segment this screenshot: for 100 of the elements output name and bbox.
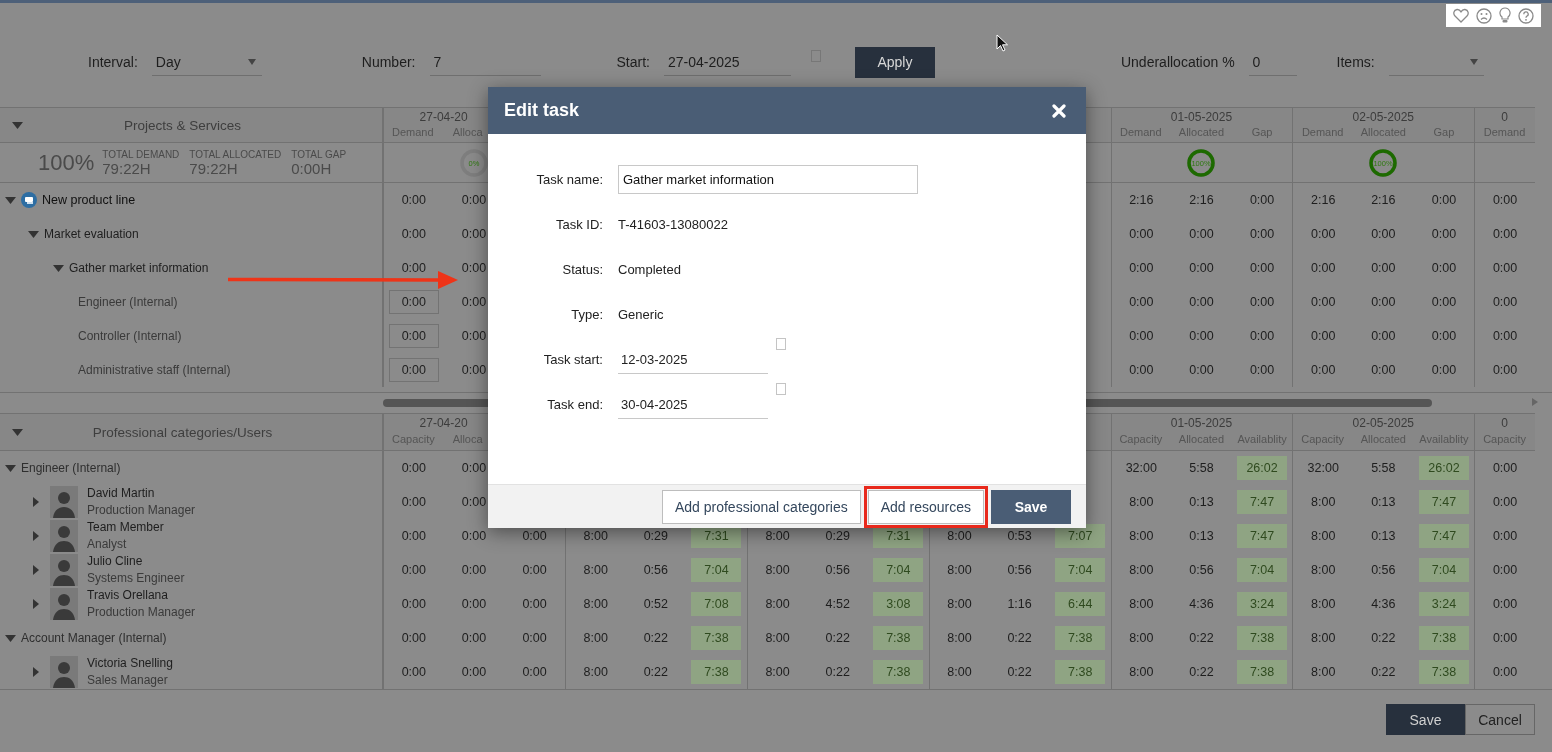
table-cell: 8:00 — [1311, 665, 1336, 679]
table-cell: 8:00 — [765, 597, 790, 611]
table-cell: 0:00 — [1249, 193, 1275, 207]
field-label: Start: — [616, 54, 650, 70]
table-cell: 8:00 — [583, 529, 608, 543]
table-cell: 0:00 — [1249, 329, 1275, 343]
caret-icon[interactable] — [5, 634, 16, 642]
number-field[interactable]: 7 — [429, 48, 541, 76]
total-label: TOTAL GAP — [291, 148, 347, 160]
caret-icon[interactable] — [33, 599, 39, 609]
table-cell: 8:00 — [1311, 495, 1336, 509]
category-name[interactable]: Controller (Internal) — [78, 329, 182, 343]
caret-icon[interactable] — [12, 121, 23, 129]
start-date-field[interactable]: 27-04-2025 — [663, 48, 791, 76]
date-header: 01-05-2025 — [1169, 109, 1234, 124]
task-name[interactable]: Gather market information — [69, 261, 209, 275]
save-button[interactable]: Save — [991, 489, 1071, 524]
sad-face-icon[interactable] — [1475, 7, 1492, 24]
add-button[interactable]: Add professional categories — [661, 489, 861, 524]
table-cell: 0:56 — [1007, 563, 1032, 577]
help-icon[interactable] — [1518, 7, 1535, 24]
demand-field[interactable]: 0:00 — [388, 290, 439, 314]
field-value: T-41603-13080022 — [618, 217, 728, 232]
table-cell: 0:56 — [1371, 563, 1396, 577]
close-icon[interactable] — [1052, 103, 1066, 118]
availability-cell-text: 0:00 — [521, 664, 548, 681]
field-label: Type: — [570, 307, 604, 322]
table-cell: 0:00 — [401, 193, 426, 207]
percent-value: 100% — [38, 149, 95, 176]
table-cell: 0:00 — [1371, 329, 1396, 343]
person-name[interactable]: Victoria Snelling — [87, 655, 173, 672]
table-cell: 0:00 — [1189, 227, 1214, 241]
category-name[interactable]: Engineer (Internal) — [78, 295, 178, 309]
table-cell: 0:00 — [1249, 261, 1275, 275]
caret-icon[interactable] — [33, 565, 39, 575]
task-name-field[interactable]: Gather market information — [618, 165, 918, 194]
avatar — [50, 520, 78, 552]
cancel-button[interactable]: Cancel — [1465, 704, 1535, 735]
availability-cell: 7:38 — [1237, 660, 1288, 684]
table-cell: 0:00 — [1249, 227, 1275, 241]
lightbulb-icon[interactable] — [1499, 7, 1512, 24]
table-cell: 8:00 — [1311, 597, 1336, 611]
category-name[interactable]: Administrative staff (Internal) — [78, 363, 231, 377]
project-name[interactable]: New product line — [42, 193, 136, 207]
caret-icon[interactable] — [33, 667, 39, 677]
availability-cell: 7:38 — [691, 660, 742, 684]
table-cell: 8:00 — [947, 563, 972, 577]
dropdown-arrow-icon — [1469, 58, 1478, 65]
phase-name[interactable]: Market evaluation — [44, 227, 139, 241]
table-cell: 0:53 — [1007, 529, 1032, 543]
cursor-icon — [996, 34, 1008, 52]
availability-cell: 7:38 — [873, 626, 924, 650]
table-cell: 0:00 — [461, 227, 487, 241]
caret-icon[interactable] — [5, 196, 16, 204]
table-cell: 0:13 — [1371, 495, 1396, 509]
table-cell: 8:00 — [765, 631, 790, 645]
table-cell: 0:00 — [1129, 261, 1154, 275]
availability-cell: 7:38 — [873, 660, 924, 684]
table-cell: 0:22 — [825, 665, 850, 679]
person-name[interactable]: David Martin — [87, 485, 196, 502]
demand-field[interactable]: 0:00 — [388, 324, 439, 348]
person-role: Sales Manager — [87, 672, 169, 689]
table-cell: 8:00 — [583, 563, 608, 577]
table-cell: 8:00 — [1129, 597, 1154, 611]
caret-icon[interactable] — [53, 264, 64, 272]
field-value: Generic — [618, 307, 664, 322]
table-cell: 0:00 — [1189, 329, 1214, 343]
apply-button[interactable]: Apply — [854, 46, 935, 78]
underallocation-field[interactable]: 0 — [1248, 48, 1297, 76]
person-name[interactable]: Team Member — [87, 519, 164, 536]
table-cell: 0:22 — [1007, 631, 1032, 645]
save-button[interactable]: Save — [1386, 704, 1465, 735]
caret-icon[interactable] — [12, 428, 23, 436]
table-cell: 4:52 — [825, 597, 850, 611]
field-label: Task end: — [546, 397, 604, 412]
table-cell: 0:00 — [1431, 227, 1457, 241]
table-cell: 0:00 — [401, 529, 426, 543]
availability-cell: 7:38 — [1418, 626, 1469, 650]
caret-icon[interactable] — [5, 464, 16, 472]
demand-field[interactable]: 0:00 — [388, 358, 439, 382]
table-cell: 4:36 — [1371, 597, 1396, 611]
date-header: 27-04-20 — [418, 109, 469, 124]
person-name[interactable]: Julio Cline — [87, 553, 185, 570]
interval-dropdown[interactable]: Day — [151, 48, 262, 76]
date-header: 02-05-2025 — [1351, 109, 1415, 124]
availability-cell: 7:47 — [1237, 490, 1288, 514]
table-cell: 0:56 — [643, 563, 668, 577]
caret-icon[interactable] — [28, 230, 39, 238]
table-cell: 2:16 — [1371, 193, 1396, 207]
table-cell: 0:00 — [1371, 295, 1396, 309]
caret-icon[interactable] — [33, 497, 39, 507]
category-name[interactable]: Account Manager (Internal) — [21, 631, 167, 645]
table-cell: 8:00 — [1311, 631, 1336, 645]
person-name[interactable]: Travis Orellana — [87, 587, 196, 604]
table-cell: 8:00 — [583, 597, 608, 611]
table-cell: 0:00 — [1189, 261, 1214, 275]
heart-icon[interactable] — [1452, 8, 1469, 23]
caret-icon[interactable] — [33, 531, 39, 541]
category-name[interactable]: Engineer (Internal) — [21, 461, 121, 475]
availability-cell: 3:24 — [1237, 592, 1288, 616]
